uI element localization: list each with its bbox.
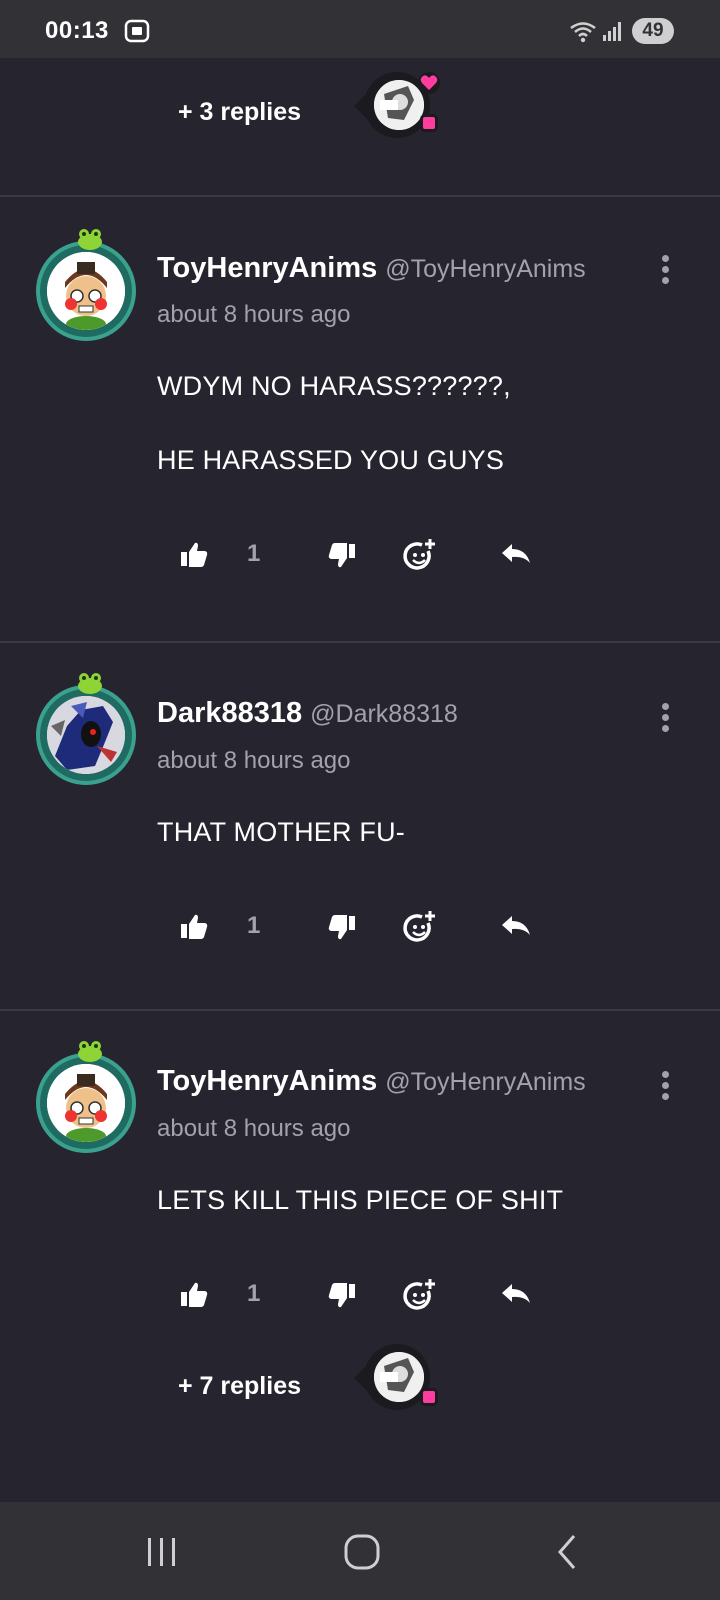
reply-icon	[502, 544, 530, 563]
replies-count-label[interactable]: + 3 replies	[178, 98, 301, 127]
thumbs-down-icon	[328, 543, 355, 568]
chat-bubble-icon	[420, 1388, 438, 1406]
comment-text: LETS KILL THIS PIECE OF SHIT	[157, 1185, 564, 1215]
chat-bubble-icon	[420, 114, 438, 132]
add-emoji-icon	[403, 539, 435, 570]
reply-button[interactable]	[498, 909, 534, 945]
like-button[interactable]	[176, 909, 212, 945]
recent-apps-icon[interactable]	[142, 1532, 182, 1572]
reply-avatar	[374, 80, 424, 130]
like-count: 1	[247, 1280, 261, 1307]
thumbs-down-icon	[328, 1283, 355, 1308]
wifi-icon	[570, 22, 596, 43]
back-icon[interactable]	[548, 1532, 588, 1572]
comment-handle[interactable]: @ToyHenryAnims	[385, 1068, 585, 1096]
comment-actions: 1	[0, 537, 720, 577]
reply-avatar-group[interactable]	[354, 72, 440, 142]
comment-handle[interactable]: @Dark88318	[310, 700, 458, 728]
add-emoji-icon	[403, 1279, 435, 1310]
like-count: 1	[247, 540, 261, 567]
comment-username[interactable]: ToyHenryAnims @ToyHenryAnims	[157, 1065, 586, 1098]
status-bar: 00:13 49	[0, 0, 720, 58]
like-count: 1	[247, 912, 261, 939]
thumbs-down-icon	[328, 915, 355, 940]
more-options-icon[interactable]	[655, 1071, 675, 1105]
reply-avatar-group[interactable]	[354, 1344, 438, 1414]
reply-icon	[502, 1284, 530, 1303]
replies-count-label[interactable]: + 7 replies	[178, 1372, 301, 1401]
comment-text: THAT MOTHER FU-	[157, 817, 405, 847]
comment-text: HE HARASSED YOU GUYS	[157, 445, 505, 475]
add-reaction-button[interactable]	[402, 909, 438, 945]
user-avatar[interactable]	[36, 229, 136, 341]
dislike-button[interactable]	[324, 537, 360, 573]
frog-badge-icon	[78, 1041, 102, 1062]
comment-item: ToyHenryAnims @ToyHenryAnims about 8 hour…	[0, 197, 720, 641]
comment-username[interactable]: ToyHenryAnims @ToyHenryAnims	[157, 252, 586, 285]
comment-handle[interactable]: @ToyHenryAnims	[385, 255, 585, 283]
more-options-icon[interactable]	[655, 255, 675, 289]
user-avatar[interactable]	[36, 673, 136, 785]
home-icon[interactable]	[342, 1532, 382, 1572]
add-reaction-button[interactable]	[402, 1277, 438, 1313]
replies-row-bottom[interactable]: + 7 replies	[0, 1344, 720, 1424]
dislike-button[interactable]	[324, 909, 360, 945]
more-options-icon[interactable]	[655, 703, 675, 737]
like-button[interactable]	[176, 537, 212, 573]
thumbs-up-icon	[181, 1282, 208, 1307]
comment-actions: 1	[0, 909, 720, 949]
heart-icon	[418, 72, 440, 94]
comment-timestamp: about 8 hours ago	[157, 301, 351, 328]
reply-button[interactable]	[498, 537, 534, 573]
comment-timestamp: about 8 hours ago	[157, 1115, 351, 1142]
system-nav-bar	[0, 1502, 720, 1600]
comment-text: WDYM NO HARASS??????,	[157, 371, 511, 401]
thumbs-up-icon	[181, 542, 208, 567]
thumbs-up-icon	[181, 914, 208, 939]
like-button[interactable]	[176, 1277, 212, 1313]
frog-badge-icon	[78, 229, 102, 250]
dislike-button[interactable]	[324, 1277, 360, 1313]
comment-item: Dark88318 @Dark88318 about 8 hours ago TH…	[0, 643, 720, 1009]
comment-timestamp: about 8 hours ago	[157, 747, 351, 774]
user-avatar[interactable]	[36, 1041, 136, 1153]
comment-actions: 1	[0, 1277, 720, 1317]
add-reaction-button[interactable]	[402, 537, 438, 573]
signal-icon	[603, 22, 621, 41]
add-emoji-icon	[403, 911, 435, 942]
reply-button[interactable]	[498, 1277, 534, 1313]
comment-username[interactable]: Dark88318 @Dark88318	[157, 697, 458, 730]
battery-icon: 49	[632, 18, 674, 44]
screenshot-icon	[124, 19, 150, 43]
reply-icon	[502, 916, 530, 935]
status-time: 00:13	[45, 17, 109, 44]
reply-avatar	[374, 1352, 424, 1402]
frog-badge-icon	[78, 673, 102, 694]
replies-row-top[interactable]: + 3 replies	[0, 72, 720, 152]
